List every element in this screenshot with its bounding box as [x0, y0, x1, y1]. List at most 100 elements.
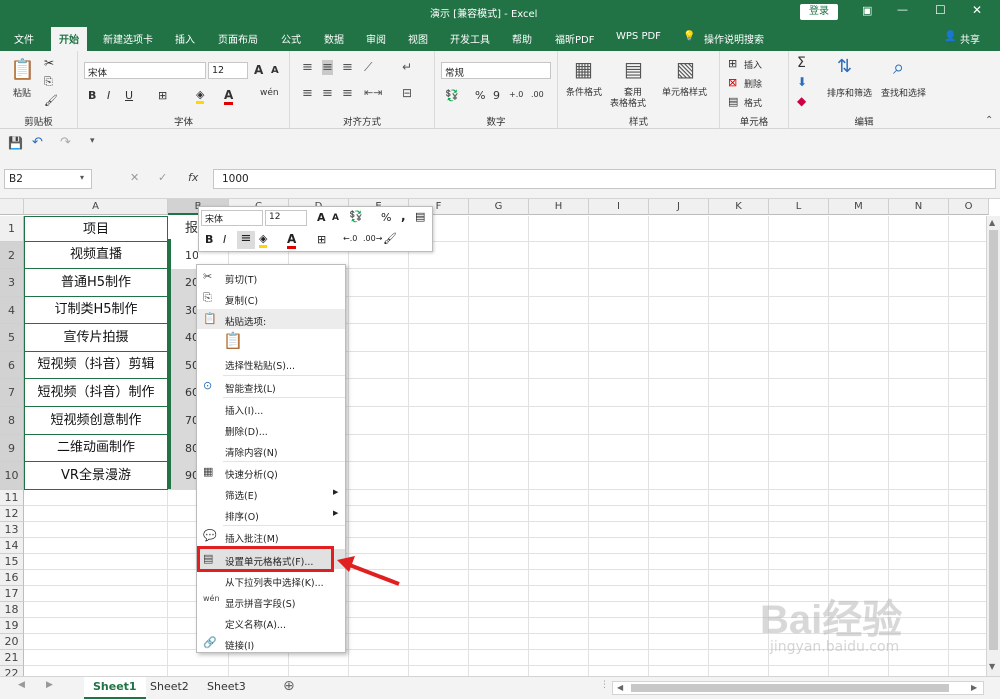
ribbon-display-icon[interactable]: ▣	[862, 4, 872, 17]
select-all-corner[interactable]	[0, 199, 24, 215]
column-header-M[interactable]: M	[829, 199, 889, 215]
add-sheet-icon[interactable]: ⊕	[283, 678, 295, 694]
cell-B5[interactable]: 40	[168, 324, 198, 352]
menu-quick-analysis[interactable]: ▦ 快速分析(Q)	[197, 462, 345, 482]
tab-help[interactable]: 帮助	[512, 31, 532, 46]
row-header-14[interactable]: 14	[0, 538, 24, 554]
sheet-tab-3[interactable]: Sheet3	[198, 677, 255, 699]
mini-comma-button[interactable]: ,	[401, 209, 406, 223]
accounting-icon[interactable]: 💱	[445, 89, 459, 102]
menu-define-name[interactable]: 定义名称(A)...	[197, 612, 345, 632]
sheet-tab-1[interactable]: Sheet1	[84, 677, 146, 699]
percent-button[interactable]: %	[475, 89, 485, 102]
format-cells-button[interactable]: 格式	[744, 96, 762, 109]
undo-icon[interactable]: ↶	[32, 135, 43, 150]
delete-cells-button[interactable]: 删除	[744, 77, 762, 90]
mini-center-icon[interactable]: ≡	[237, 231, 255, 249]
login-button[interactable]: 登录	[800, 4, 838, 20]
merge-center-icon[interactable]: ⊟	[402, 86, 412, 100]
increase-decimal-button[interactable]: +.0	[509, 90, 523, 99]
cell-B9[interactable]: 80	[168, 435, 198, 462]
scroll-left-icon[interactable]: ◀	[617, 683, 623, 692]
cell-B1[interactable]: 报	[168, 216, 198, 242]
italic-button[interactable]: I	[107, 89, 110, 102]
cell-A3[interactable]: 普通H5制作	[24, 269, 168, 297]
cancel-button[interactable]: ✕	[130, 171, 139, 184]
row-header-15[interactable]: 15	[0, 554, 24, 570]
paste-icon[interactable]: 📋	[10, 57, 35, 81]
column-header-L[interactable]: L	[769, 199, 829, 215]
cell-B6[interactable]: 50	[168, 352, 198, 379]
mini-format-cells-icon[interactable]: ▤	[415, 210, 425, 223]
insert-function-button[interactable]: fx	[188, 171, 198, 184]
tab-foxit-pdf[interactable]: 福昕PDF	[555, 31, 594, 46]
menu-insert[interactable]: 插入(I)...	[197, 398, 345, 418]
copy-icon[interactable]: ⎘	[44, 75, 53, 89]
horizontal-scrollbar[interactable]: ◀ ▶	[612, 681, 984, 695]
decrease-decimal-button[interactable]: .00	[531, 90, 544, 99]
mini-decrease-decimal-icon[interactable]: .00→	[363, 234, 382, 243]
tab-review[interactable]: 审阅	[366, 31, 386, 46]
scroll-down-icon[interactable]: ▼	[989, 662, 995, 671]
menu-smart-lookup[interactable]: ⊙ 智能查找(L)	[197, 376, 345, 396]
save-icon[interactable]: 💾	[8, 136, 23, 150]
mini-fill-color-icon[interactable]: ◈	[259, 232, 268, 248]
paste-values-icon[interactable]: 📋	[223, 331, 243, 350]
tab-data[interactable]: 数据	[324, 31, 344, 46]
menu-clear-contents[interactable]: 清除内容(N)	[197, 440, 345, 460]
underline-button[interactable]: U	[125, 89, 133, 102]
name-box-dropdown-icon[interactable]: ▾	[80, 173, 84, 182]
find-select-button[interactable]: 查找和选择	[881, 86, 926, 99]
paste-button[interactable]: 粘贴	[13, 86, 31, 99]
scroll-up-icon[interactable]: ▲	[989, 218, 995, 227]
align-bottom-icon[interactable]: ≡	[342, 60, 353, 75]
font-size-select[interactable]: 12	[208, 62, 248, 79]
sort-filter-icon[interactable]: ⇅	[837, 56, 852, 77]
font-color-button[interactable]: A	[224, 88, 234, 105]
sheet-tab-2[interactable]: Sheet2	[141, 677, 198, 699]
prev-sheet-icon[interactable]: ◀	[18, 680, 25, 690]
cell-A2[interactable]: 视频直播	[24, 242, 168, 269]
row-header-8[interactable]: 8	[0, 407, 24, 435]
autosum-button[interactable]: Σ	[797, 55, 806, 71]
collapse-ribbon-icon[interactable]: ⌃	[985, 115, 993, 126]
cell-A9[interactable]: 二维动画制作	[24, 435, 168, 462]
cell-A8[interactable]: 短视频创意制作	[24, 407, 168, 435]
grow-font-button[interactable]: A	[254, 63, 263, 77]
delete-cells-icon[interactable]: ⊠	[728, 76, 737, 89]
column-header-O[interactable]: O	[949, 199, 989, 215]
mini-font-color[interactable]: A	[287, 232, 297, 249]
mini-italic-button[interactable]: I	[223, 233, 226, 246]
minimize-button[interactable]: —	[897, 3, 908, 16]
mini-accounting-icon[interactable]: 💱	[349, 210, 363, 223]
menu-link[interactable]: 🔗 链接(I)	[197, 633, 345, 653]
redo-icon[interactable]: ↷	[60, 135, 71, 150]
conditional-format-button[interactable]: 条件格式	[566, 85, 602, 98]
align-left-icon[interactable]: ≡	[302, 86, 313, 101]
menu-show-phonetic[interactable]: wén 显示拼音字段(S)	[197, 591, 345, 611]
cell-A10[interactable]: VR全景漫游	[24, 462, 168, 490]
cell-A4[interactable]: 订制类H5制作	[24, 297, 168, 324]
row-header-11[interactable]: 11	[0, 490, 24, 506]
row-header-9[interactable]: 9	[0, 435, 24, 462]
row-header-19[interactable]: 19	[0, 618, 24, 634]
menu-sort[interactable]: 排序(O) ▶	[197, 504, 345, 524]
conditional-format-icon[interactable]: ▦	[574, 57, 593, 81]
format-as-table-button-2[interactable]: 表格格式	[610, 96, 646, 109]
comma-button[interactable]: 9	[493, 89, 500, 102]
column-header-G[interactable]: G	[469, 199, 529, 215]
row-header-20[interactable]: 20	[0, 634, 24, 650]
cell-B8[interactable]: 70	[168, 407, 198, 435]
shrink-font-button[interactable]: A	[271, 65, 279, 76]
format-as-table-icon[interactable]: ▤	[624, 57, 643, 81]
row-header-13[interactable]: 13	[0, 522, 24, 538]
insert-cells-button[interactable]: 插入	[744, 58, 762, 71]
maximize-button[interactable]: ☐	[935, 3, 946, 17]
mini-shrink-font[interactable]: A	[332, 213, 339, 223]
cut-icon[interactable]: ✂	[44, 56, 54, 70]
row-header-17[interactable]: 17	[0, 586, 24, 602]
font-name-select[interactable]: 宋体	[84, 62, 206, 79]
phonetic-button[interactable]: wén	[260, 88, 279, 98]
tab-page-layout[interactable]: 页面布局	[218, 31, 258, 46]
scrollbar-thumb[interactable]	[989, 230, 998, 650]
